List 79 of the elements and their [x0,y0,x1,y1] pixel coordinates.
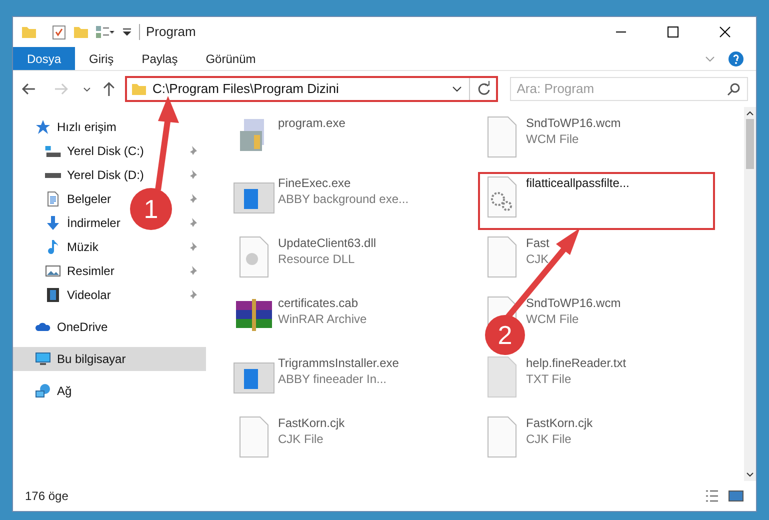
ribbon-tab[interactable]: Görünüm [192,47,270,70]
monitor-icon [35,351,51,367]
sidebar-label: Videolar [67,287,111,304]
sidebar-item[interactable]: Videolar [45,283,111,307]
sidebar-label: Hızlı erişim [57,119,116,136]
file-type: WCM File [526,311,580,327]
ribbon-tab[interactable]: Paylaş [128,47,192,70]
sidebar-item[interactable]: Belgeler [45,187,112,211]
file-name: FastKorn.cjk [526,415,593,431]
sidebar-item[interactable]: Hızlı erişim [13,115,206,139]
file-name: UpdateClient63.dll [278,235,376,251]
file-type: Resource DLL [278,251,356,267]
ribbon-tab[interactable]: Giriş [75,47,128,70]
sidebar-item[interactable]: Müzik [45,235,98,259]
item-count: 176 öge [25,488,70,505]
properties-icon[interactable] [51,24,67,40]
file-name: certificates.cab [278,295,360,311]
ribbon-tab[interactable]: Dosya [13,47,76,70]
search-icon [727,82,741,96]
sidebar-label: OneDrive [57,319,108,336]
sidebar-label: Yerel Disk (C:) [67,143,144,160]
file-name: filatticeallpassfilte... [526,175,630,191]
file-type: CJK [526,251,550,267]
search-field[interactable]: Ara: Program [510,77,748,101]
music-note-icon [45,239,61,255]
view-list-icon[interactable] [95,24,115,40]
file-name: TrigrammsInstaller.exe [278,355,399,371]
document-icon [45,191,61,207]
file-name: FastKorn.cjk [278,415,345,431]
file-name: SndToWP16.wcm [526,295,621,311]
refresh-icon[interactable] [476,81,492,97]
file-name: help.fineReader.txt [526,355,626,371]
file-type: WinRAR Archive [278,311,367,327]
file-name: Fast [526,235,550,251]
file-name: FineExec.exe [278,175,352,191]
dropdown-icon[interactable] [121,26,133,38]
maximize-icon [667,26,679,38]
sidebar-label: Bu bilgisayar [57,351,126,368]
network-icon [35,383,51,399]
sidebar-item[interactable]: Ağ [13,379,206,403]
file-name: SndToWP16.wcm [526,115,621,131]
close-icon [719,26,731,38]
search-input[interactable]: Ara: Program [516,79,727,99]
scrollbar[interactable] [744,107,756,481]
sidebar-label: İndirmeler [67,215,120,232]
download-arrow-icon [45,215,61,231]
up-arrow-icon[interactable] [100,81,117,97]
sidebar-item[interactable]: Resimler [45,259,114,283]
folder-icon [130,81,147,97]
image-icon [45,263,61,279]
sidebar-label: Müzik [67,239,98,256]
file-type: ABBY background exe... [278,191,409,207]
sidebar-label: Yerel Disk (D:) [67,167,144,184]
sidebar-item[interactable]: Yerel Disk (D:) [45,163,144,187]
file-type: ABBY fineeader In... [278,371,388,387]
sidebar-item[interactable]: İndirmeler [45,211,120,235]
drive-icon [45,172,61,178]
file-type: CJK File [526,431,572,447]
sidebar-item[interactable]: Yerel Disk (C:) [45,139,144,163]
file-type: CJK File [278,431,324,447]
back-arrow-icon[interactable] [21,81,37,97]
drive-icon [45,146,61,156]
file-type: WCM File [526,131,580,147]
sidebar-item[interactable]: OneDrive [13,315,206,339]
help-icon[interactable] [728,50,744,66]
address-field[interactable]: C:\Program Files\Program Dizini [124,76,498,102]
window-title: Program [146,23,196,42]
scrollbar-thumb[interactable] [746,119,754,169]
file-name: program.exe [278,115,346,131]
sidebar-label: Ağ [57,383,72,400]
large-icons-view-icon[interactable] [728,488,744,504]
film-icon [45,287,61,303]
star-icon [35,119,51,135]
sidebar-label: Resimler [67,263,114,280]
file-type: TXT File [526,371,572,387]
folder-icon [21,24,37,40]
details-view-icon[interactable] [704,488,720,504]
sidebar-label: Belgeler [67,191,112,208]
sidebar-item[interactable]: Bu bilgisayar [13,347,206,371]
